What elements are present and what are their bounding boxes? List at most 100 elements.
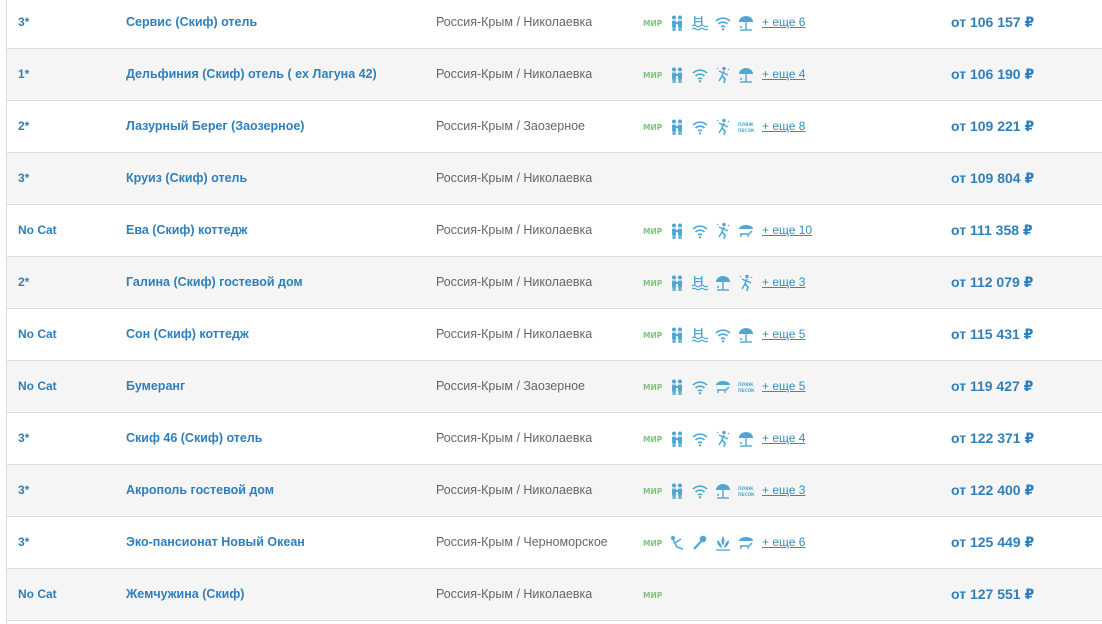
wifi-icon <box>691 222 709 240</box>
mir-icon: МИР <box>643 382 663 392</box>
svg-text:ПЛЯЖ: ПЛЯЖ <box>738 382 754 387</box>
svg-text:МИР: МИР <box>643 331 663 340</box>
sunbed-icon <box>714 378 732 396</box>
hotel-name-link[interactable]: Скиф 46 (Скиф) отель <box>126 413 262 464</box>
svg-text:ПЕСОК: ПЕСОК <box>738 388 755 393</box>
hotel-row[interactable]: 3* Эко-пансионат Новый Океан Россия-Крым /… <box>7 517 1102 569</box>
hotel-name-link[interactable]: Акрополь гостевой дом <box>126 465 274 516</box>
hotel-category: 3* <box>18 15 30 29</box>
svg-text:МИР: МИР <box>643 227 663 236</box>
more-amenities-link[interactable]: + еще 6 <box>762 0 805 48</box>
hotel-row[interactable]: 3* Скиф 46 (Скиф) отель Россия-Крым / Нико… <box>7 413 1102 465</box>
hotel-location: Россия-Крым / Николаевка <box>436 431 593 445</box>
animation-icon <box>714 222 732 240</box>
hotel-price[interactable]: от 112 079 ₽ <box>951 257 1033 308</box>
hotel-amenities: МИР + еще 3 <box>643 257 805 308</box>
hotel-row[interactable]: 3* Акрополь гостевой дом Россия-Крым / Ник… <box>7 465 1102 517</box>
hotel-list: 3* Сервис (Скиф) отель Россия-Крым / Никол… <box>6 0 1102 624</box>
more-amenities-link[interactable]: + еще 4 <box>762 49 805 100</box>
family-icon <box>668 118 686 136</box>
hotel-price[interactable]: от 125 449 ₽ <box>951 517 1034 568</box>
pool-icon <box>691 14 709 32</box>
svg-text:МИР: МИР <box>643 19 663 28</box>
hotel-row[interactable]: 2* Лазурный Берег (Заозерное) Россия-Крым … <box>7 101 1102 153</box>
hotel-category: No Cat <box>18 379 57 393</box>
hotel-price[interactable]: от 122 400 ₽ <box>951 465 1034 516</box>
more-amenities-link[interactable]: + еще 5 <box>762 309 805 360</box>
hotel-price[interactable]: от 109 804 ₽ <box>951 153 1034 204</box>
hotel-row[interactable]: No Cat Жемчужина (Скиф) Россия-Крым / Нико… <box>7 569 1102 621</box>
hotel-name-link[interactable]: Сервис (Скиф) отель <box>126 0 257 48</box>
hotel-name-link[interactable]: Сон (Скиф) коттедж <box>126 309 249 360</box>
more-amenities-link[interactable]: + еще 3 <box>762 465 805 516</box>
more-amenities-link[interactable]: + еще 8 <box>762 101 805 152</box>
hotel-row[interactable]: 1* Дельфиния (Скиф) отель ( ex Лагуна 42)… <box>7 49 1102 101</box>
hotel-row[interactable]: 3* Круиз (Скиф) отель Россия-Крым / Никола… <box>7 153 1102 205</box>
hotel-row[interactable]: No Cat Бумеранг Россия-Крым / Заозерное МИР… <box>7 361 1102 413</box>
sand-beach-icon: ПЛЯЖ ПЕСОК <box>737 482 755 500</box>
mir-icon: МИР <box>643 18 663 28</box>
hotel-name-link[interactable]: Лазурный Берег (Заозерное) <box>126 101 304 152</box>
more-amenities-link[interactable]: + еще 6 <box>762 517 805 568</box>
hotel-location: Россия-Крым / Николаевка <box>436 275 593 289</box>
hotel-name-link[interactable]: Галина (Скиф) гостевой дом <box>126 257 303 308</box>
hotel-location: Россия-Крым / Николаевка <box>436 15 593 29</box>
mir-icon: МИР <box>643 538 663 548</box>
mir-icon: МИР <box>643 70 663 80</box>
hotel-name-link[interactable]: Круиз (Скиф) отель <box>126 153 247 204</box>
hotel-price[interactable]: от 122 371 ₽ <box>951 413 1034 464</box>
svg-text:МИР: МИР <box>643 383 663 392</box>
svg-text:МИР: МИР <box>643 123 663 132</box>
beach-umbrella-icon <box>737 14 755 32</box>
svg-text:МИР: МИР <box>643 71 663 80</box>
wifi-icon <box>714 14 732 32</box>
hotel-name-link[interactable]: Эко-пансионат Новый Океан <box>126 517 305 568</box>
svg-text:ПЕСОК: ПЕСОК <box>738 492 755 497</box>
hotel-location: Россия-Крым / Николаевка <box>436 67 593 81</box>
hotel-amenities: МИР + еще 4 <box>643 413 805 464</box>
more-amenities-link[interactable]: + еще 3 <box>762 257 805 308</box>
hotel-price[interactable]: от 119 427 ₽ <box>951 361 1033 412</box>
svg-text:МИР: МИР <box>643 539 663 548</box>
hotel-price[interactable]: от 109 221 ₽ <box>951 101 1034 152</box>
wifi-icon <box>691 66 709 84</box>
hotel-category: 2* <box>18 275 30 289</box>
sunbed-icon <box>737 534 755 552</box>
svg-text:ПЕСОК: ПЕСОК <box>738 128 755 133</box>
more-amenities-link[interactable]: + еще 4 <box>762 413 805 464</box>
hotel-amenities: МИР + еще 6 <box>643 0 805 48</box>
massage-icon <box>668 534 686 552</box>
beach-umbrella-icon <box>737 326 755 344</box>
hotel-amenities: МИР + еще 6 <box>643 517 805 568</box>
hotel-location: Россия-Крым / Черноморское <box>436 535 608 549</box>
hotel-row[interactable]: No Cat Ева (Скиф) коттедж Россия-Крым / Ни… <box>7 205 1102 257</box>
hotel-price[interactable]: от 106 157 ₽ <box>951 0 1034 48</box>
more-amenities-link[interactable]: + еще 5 <box>762 361 805 412</box>
family-icon <box>668 14 686 32</box>
wifi-icon <box>714 326 732 344</box>
hotel-name-link[interactable]: Ева (Скиф) коттедж <box>126 205 247 256</box>
sand-beach-icon: ПЛЯЖ ПЕСОК <box>737 118 755 136</box>
hotel-category: 1* <box>18 67 30 81</box>
hotel-price[interactable]: от 111 358 ₽ <box>951 205 1033 256</box>
animation-icon <box>714 430 732 448</box>
hotel-price[interactable]: от 106 190 ₽ <box>951 49 1034 100</box>
hotel-price[interactable]: от 127 551 ₽ <box>951 569 1034 620</box>
hotel-row[interactable]: 3* Сервис (Скиф) отель Россия-Крым / Никол… <box>7 0 1102 49</box>
svg-text:ПЛЯЖ: ПЛЯЖ <box>738 122 754 127</box>
hotel-name-link[interactable]: Жемчужина (Скиф) <box>126 569 244 620</box>
hotel-name-link[interactable]: Дельфиния (Скиф) отель ( ex Лагуна 42) <box>126 49 377 100</box>
beach-umbrella-icon <box>714 482 732 500</box>
wifi-icon <box>691 430 709 448</box>
mir-icon: МИР <box>643 590 663 600</box>
hotel-row[interactable]: No Cat Сон (Скиф) коттедж Россия-Крым / Ни… <box>7 309 1102 361</box>
hotel-row[interactable]: 2* Галина (Скиф) гостевой дом Россия-Крым … <box>7 257 1102 309</box>
mir-icon: МИР <box>643 486 663 496</box>
beach-umbrella-icon <box>714 274 732 292</box>
hotel-name-link[interactable]: Бумеранг <box>126 361 185 412</box>
hotel-category: 3* <box>18 171 30 185</box>
family-icon <box>668 482 686 500</box>
hotel-location: Россия-Крым / Николаевка <box>436 587 593 601</box>
hotel-price[interactable]: от 115 431 ₽ <box>951 309 1033 360</box>
more-amenities-link[interactable]: + еще 10 <box>762 205 812 256</box>
